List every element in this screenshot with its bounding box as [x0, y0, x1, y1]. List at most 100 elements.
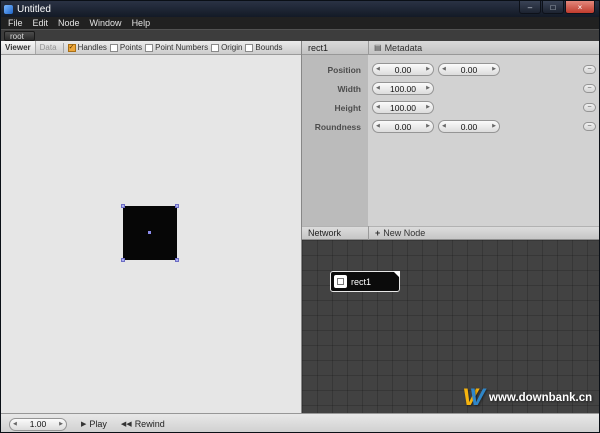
node-label: rect1	[351, 277, 371, 287]
frame-stepper[interactable]: ◀ 1.00 ▶	[9, 418, 67, 431]
increment-icon[interactable]: ▶	[492, 67, 496, 72]
corner-handle-bottom-left[interactable]	[121, 258, 125, 262]
toggle-bounds-label: Bounds	[255, 43, 282, 52]
bounds-checkbox[interactable]: ✓	[245, 44, 253, 52]
parameter-header: rect1 ▤ Metadata	[302, 41, 600, 55]
toggle-origin[interactable]: ✓ Origin	[211, 43, 242, 52]
plus-icon: +	[375, 228, 380, 238]
parameter-panel: Position ◀ 0.00 ▶ ◀ 0.00 ▶ ~ Width ◀ 100…	[302, 55, 600, 226]
frame-increment-icon[interactable]: ▶	[59, 422, 63, 427]
node-rect1[interactable]: rect1	[330, 271, 400, 292]
network-canvas[interactable]: rect1 V V www.downbank.cn	[302, 240, 600, 413]
rendered-rectangle	[123, 206, 177, 260]
metadata-label: Metadata	[385, 43, 423, 53]
close-button[interactable]: ×	[565, 1, 595, 14]
roundness-x-value[interactable]: 0.00	[380, 122, 426, 132]
position-x-field[interactable]: ◀ 0.00 ▶	[372, 63, 434, 76]
param-label: Height	[302, 103, 368, 113]
menu-bar: File Edit Node Window Help	[1, 17, 599, 29]
height-field[interactable]: ◀ 100.00 ▶	[372, 101, 434, 114]
position-x-value[interactable]: 0.00	[380, 65, 426, 75]
viewer-canvas[interactable]	[1, 55, 301, 413]
rewind-button[interactable]: ◀◀ Rewind	[121, 419, 165, 429]
param-row-width: Width ◀ 100.00 ▶ ~	[302, 79, 600, 98]
increment-icon[interactable]: ▶	[492, 124, 496, 129]
selected-node-name: rect1	[302, 43, 368, 53]
toggle-points-label: Points	[120, 43, 142, 52]
window-title: Untitled	[17, 4, 519, 15]
toggle-point-numbers[interactable]: ✓ Point Numbers	[145, 43, 208, 52]
rewind-label: Rewind	[135, 419, 165, 429]
new-node-button[interactable]: + New Node	[369, 228, 425, 238]
title-bar: Untitled – □ ×	[1, 1, 599, 17]
breadcrumb-root[interactable]: root	[4, 31, 35, 41]
network-title: Network	[302, 228, 368, 238]
minimize-button[interactable]: –	[519, 1, 541, 14]
metadata-button[interactable]: ▤ Metadata	[369, 43, 422, 53]
expression-toggle[interactable]: ~	[583, 84, 596, 93]
rewind-icon: ◀◀	[121, 421, 132, 428]
toggle-origin-label: Origin	[221, 43, 242, 52]
network-header: Network + New Node	[302, 226, 600, 240]
menu-window[interactable]: Window	[85, 18, 127, 28]
point-numbers-checkbox[interactable]: ✓	[145, 44, 153, 52]
param-label: Position	[302, 65, 368, 75]
param-row-height: Height ◀ 100.00 ▶ ~	[302, 98, 600, 117]
corner-handle-top-left[interactable]	[121, 204, 125, 208]
origin-checkbox[interactable]: ✓	[211, 44, 219, 52]
points-checkbox[interactable]: ✓	[110, 44, 118, 52]
toggle-point-numbers-label: Point Numbers	[155, 43, 208, 52]
toggle-points[interactable]: ✓ Points	[110, 43, 142, 52]
menu-node[interactable]: Node	[53, 18, 85, 28]
toggle-handles-label: Handles	[78, 43, 107, 52]
param-row-position: Position ◀ 0.00 ▶ ◀ 0.00 ▶ ~	[302, 60, 600, 79]
corner-handle-top-right[interactable]	[175, 204, 179, 208]
app-icon	[4, 5, 13, 14]
roundness-y-field[interactable]: ◀ 0.00 ▶	[438, 120, 500, 133]
increment-icon[interactable]: ▶	[426, 124, 430, 129]
watermark-text: www.downbank.cn	[489, 392, 592, 404]
menu-help[interactable]: Help	[127, 18, 156, 28]
increment-icon[interactable]: ▶	[426, 86, 430, 91]
metadata-icon: ▤	[374, 43, 382, 52]
expression-toggle[interactable]: ~	[583, 122, 596, 131]
maximize-button[interactable]: □	[542, 1, 564, 14]
expression-toggle[interactable]: ~	[583, 65, 596, 74]
toolbar-divider	[63, 43, 64, 53]
app-window: Untitled – □ × File Edit Node Window Hel…	[0, 0, 600, 433]
play-icon: ▶	[81, 421, 86, 428]
tab-data[interactable]: Data	[36, 41, 61, 54]
watermark: V V www.downbank.cn	[462, 384, 592, 412]
height-value[interactable]: 100.00	[380, 103, 426, 113]
path-bar: root	[1, 29, 599, 41]
position-y-value[interactable]: 0.00	[446, 65, 492, 75]
width-value[interactable]: 100.00	[380, 84, 426, 94]
rendered-node-flag	[393, 271, 400, 278]
window-controls: – □ ×	[519, 1, 599, 17]
position-y-field[interactable]: ◀ 0.00 ▶	[438, 63, 500, 76]
watermark-logo-icon: V	[469, 384, 485, 412]
frame-value[interactable]: 1.00	[17, 419, 59, 429]
viewer-toolbar: Viewer Data ✓ Handles ✓ Points ✓ Point N…	[1, 41, 301, 55]
rect-node-icon	[334, 275, 347, 288]
play-button[interactable]: ▶ Play	[81, 419, 107, 429]
corner-handle-bottom-right[interactable]	[175, 258, 179, 262]
param-label: Roundness	[302, 122, 368, 132]
tab-viewer[interactable]: Viewer	[1, 41, 36, 54]
expression-toggle[interactable]: ~	[583, 103, 596, 112]
increment-icon[interactable]: ▶	[426, 67, 430, 72]
new-node-label: New Node	[383, 228, 425, 238]
roundness-y-value[interactable]: 0.00	[446, 122, 492, 132]
increment-icon[interactable]: ▶	[426, 105, 430, 110]
check-icon: ✓	[69, 44, 75, 51]
menu-edit[interactable]: Edit	[28, 18, 54, 28]
handles-checkbox[interactable]: ✓	[68, 44, 76, 52]
play-label: Play	[89, 419, 107, 429]
menu-file[interactable]: File	[3, 18, 28, 28]
param-label: Width	[302, 84, 368, 94]
toggle-handles[interactable]: ✓ Handles	[68, 43, 107, 52]
width-field[interactable]: ◀ 100.00 ▶	[372, 82, 434, 95]
toggle-bounds[interactable]: ✓ Bounds	[245, 43, 282, 52]
roundness-x-field[interactable]: ◀ 0.00 ▶	[372, 120, 434, 133]
center-handle[interactable]	[148, 231, 151, 234]
